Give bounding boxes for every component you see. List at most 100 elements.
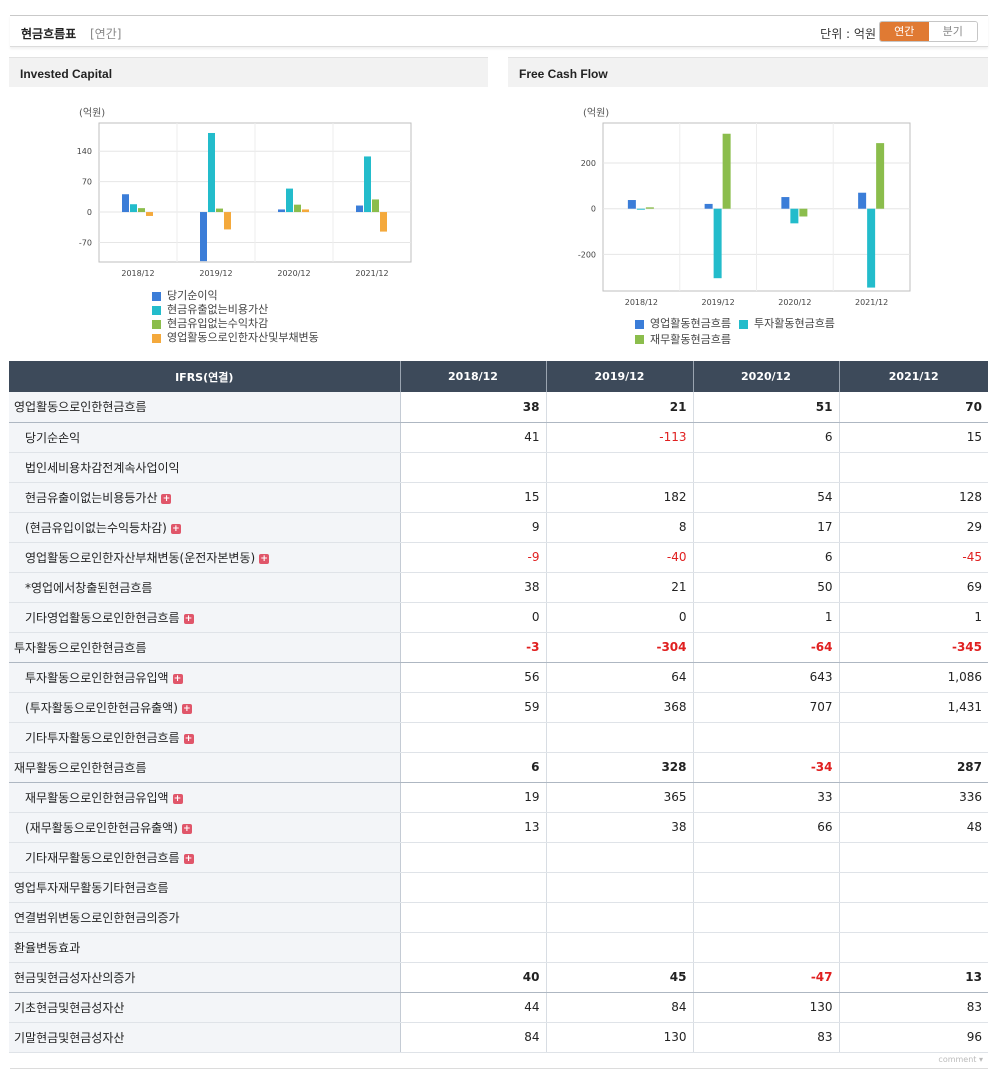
table-row: 기말현금및현금성자산 84 130 83 96 — [9, 1022, 988, 1053]
cell-value: 1,431 — [839, 692, 988, 723]
cell-value — [546, 902, 694, 933]
cell-value: 48 — [839, 812, 988, 843]
bar — [636, 208, 645, 210]
expand-plus-icon[interactable]: + — [183, 853, 194, 864]
bar — [790, 208, 799, 224]
cell-value: 51 — [693, 392, 840, 423]
bar — [130, 204, 137, 213]
expand-plus-icon[interactable]: + — [161, 493, 172, 504]
row-label-text: 당기순손익 — [25, 430, 81, 445]
row-label: (현금유입이없는수익등차감) + — [9, 512, 401, 543]
bar — [781, 197, 790, 209]
bar — [138, 208, 145, 213]
row-label-text: (재무활동으로인한현금유출액) — [25, 820, 178, 835]
cell-value: 0 — [546, 602, 694, 633]
x-tick-label: 2019/12 — [199, 269, 232, 278]
legend-swatch — [152, 291, 161, 301]
cell-value: 56 — [400, 662, 547, 693]
fcf-legend: 영업활동현금흐름 투자활동현금흐름 재무활동현금흐름 — [635, 317, 875, 348]
row-label-text: 재무활동으로인한현금흐름 — [14, 760, 147, 775]
cell-value: 50 — [693, 572, 840, 603]
row-label-text: 재무활동으로인한현금유입액 — [25, 790, 169, 805]
legend-label: 영업활동으로인한자산및부채변동 — [167, 331, 319, 344]
cell-value — [839, 722, 988, 753]
bar — [858, 192, 867, 209]
cell-value: 336 — [839, 782, 988, 813]
bar — [799, 208, 808, 217]
col-header-account: IFRS(연결) — [9, 361, 401, 392]
legend-swatch — [738, 319, 748, 329]
toggle-quarter-button[interactable]: 분기 — [928, 22, 977, 41]
cell-value — [839, 902, 988, 933]
table-row: 현금및현금성자산의증가 40 45 -47 13 — [9, 962, 988, 993]
cell-value: 365 — [546, 782, 694, 813]
table-row: 투자활동으로인한현금흐름 -3 -304 -64 -345 — [9, 632, 988, 663]
table-row: 법인세비용차감전계속사업이익 — [9, 452, 988, 483]
cell-value: 1 — [839, 602, 988, 633]
table-row: (현금유입이없는수익등차감) +9 8 17 29 — [9, 512, 988, 543]
row-label-text: 연결범위변동으로인한현금의증가 — [14, 910, 180, 925]
bar — [876, 143, 885, 209]
bar — [302, 209, 309, 213]
cell-value: 0 — [400, 602, 547, 633]
cell-value — [546, 872, 694, 903]
legend-item: 현금유입없는수익차감 — [152, 317, 319, 331]
cell-value: 59 — [400, 692, 547, 723]
table-row: (투자활동으로인한현금유출액) +59 368 707 1,431 — [9, 692, 988, 723]
expand-plus-icon[interactable]: + — [172, 793, 183, 804]
chart-unit-label: (억원) — [79, 107, 105, 119]
table-header-row: IFRS(연결) 2018/12 2019/12 2020/12 2021/12 — [9, 361, 988, 392]
cell-value: 6 — [693, 422, 840, 453]
expand-plus-icon[interactable]: + — [181, 703, 192, 714]
cell-value: 707 — [693, 692, 840, 723]
table-row: 기타재무활동으로인한현금흐름 + — [9, 842, 988, 873]
row-label: 영업활동으로인한자산부채변동(운전자본변동) + — [9, 542, 401, 573]
cell-value: -345 — [839, 632, 988, 663]
y-tick-label: 0 — [591, 205, 596, 214]
cell-value: 64 — [546, 662, 694, 693]
cell-value: 83 — [693, 1022, 840, 1053]
row-label-text: 법인세비용차감전계속사업이익 — [25, 460, 180, 475]
legend-swatch — [635, 319, 644, 329]
cell-value: 44 — [400, 992, 547, 1023]
cell-value: 15 — [400, 482, 547, 513]
cell-value: 33 — [693, 782, 840, 813]
bar — [364, 156, 371, 213]
legend-swatch — [635, 335, 644, 344]
cash-flow-table: IFRS(연결) 2018/12 2019/12 2020/12 2021/12… — [9, 361, 988, 1053]
row-label: 재무활동으로인한현금유입액 + — [9, 782, 401, 813]
cell-value: 182 — [546, 482, 694, 513]
cell-value — [693, 872, 840, 903]
table-row: *영업에서창출된현금흐름 38 21 50 69 — [9, 572, 988, 603]
table-row: 재무활동으로인한현금흐름 6 328 -34 287 — [9, 752, 988, 783]
legend-item: 당기순이익 — [152, 289, 319, 303]
cell-value: 13 — [839, 962, 988, 993]
row-label-text: 기말현금및현금성자산 — [14, 1030, 125, 1045]
bar — [645, 207, 654, 209]
bar — [122, 194, 129, 213]
cell-value: 70 — [839, 392, 988, 423]
expand-plus-icon[interactable]: + — [259, 553, 270, 564]
table-row: 영업활동으로인한현금흐름 38 21 51 70 — [9, 392, 988, 423]
expand-plus-icon[interactable]: + — [183, 613, 194, 624]
cell-value: 1,086 — [839, 662, 988, 693]
cell-value: -34 — [693, 752, 840, 783]
legend-label: 영업활동현금흐름 — [650, 317, 731, 330]
comment-toggle[interactable]: comment ▾ — [938, 1055, 983, 1064]
bar — [704, 203, 713, 209]
expand-plus-icon[interactable]: + — [181, 823, 192, 834]
toggle-annual-button[interactable]: 연간 — [880, 22, 929, 41]
expand-plus-icon[interactable]: + — [172, 673, 183, 684]
cell-value — [400, 872, 547, 903]
fcf-title: Free Cash Flow — [508, 57, 988, 87]
table-row: 환율변동효과 — [9, 932, 988, 963]
cell-value: -9 — [400, 542, 547, 573]
expand-plus-icon[interactable]: + — [183, 733, 194, 744]
invested-capital-panel: Invested Capital (억원) 140 70 0 -70 2018/12 201… — [9, 57, 488, 359]
bar — [627, 200, 636, 209]
legend-swatch — [152, 319, 161, 329]
expand-plus-icon[interactable]: + — [170, 523, 181, 534]
cell-value — [400, 722, 547, 753]
cell-value — [839, 932, 988, 963]
table-row: 투자활동으로인한현금유입액 +56 64 643 1,086 — [9, 662, 988, 693]
